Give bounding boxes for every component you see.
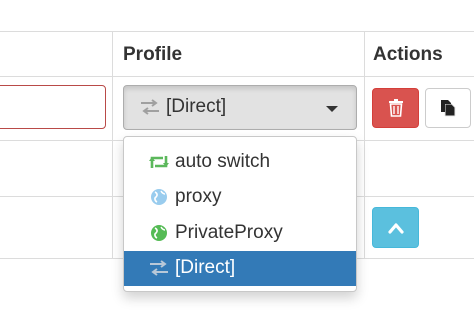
transfer-icon bbox=[148, 258, 170, 278]
profile-dropdown-menu: auto switch proxy PrivateProxy [Direct] bbox=[123, 136, 357, 292]
menu-item-privateproxy[interactable]: PrivateProxy bbox=[124, 215, 356, 251]
profile-column-header: Profile bbox=[123, 44, 183, 65]
menu-item-proxy[interactable]: proxy bbox=[124, 180, 356, 216]
copy-icon bbox=[441, 100, 456, 117]
menu-item-direct[interactable]: [Direct] bbox=[124, 250, 356, 286]
menu-item-label: [Direct] bbox=[175, 257, 236, 279]
column-divider bbox=[364, 31, 365, 259]
trash-icon bbox=[388, 99, 403, 117]
transfer-icon bbox=[140, 99, 160, 120]
delete-button[interactable] bbox=[372, 88, 419, 128]
column-divider bbox=[112, 31, 113, 259]
menu-item-label: proxy bbox=[175, 186, 222, 208]
menu-item-auto-switch[interactable]: auto switch bbox=[124, 144, 356, 180]
profile-select[interactable]: [Direct] bbox=[123, 85, 357, 130]
header-divider bbox=[0, 76, 474, 77]
actions-column-header: Actions bbox=[373, 44, 443, 65]
table-border-top bbox=[0, 31, 474, 32]
menu-item-label: PrivateProxy bbox=[175, 221, 283, 243]
condition-input[interactable] bbox=[0, 85, 106, 129]
globe-icon bbox=[148, 187, 170, 207]
menu-item-label: auto switch bbox=[175, 150, 271, 172]
retweet-icon bbox=[148, 152, 170, 172]
chevron-up-icon bbox=[387, 222, 404, 234]
move-up-button[interactable] bbox=[372, 207, 419, 248]
duplicate-button[interactable] bbox=[425, 88, 471, 128]
profile-select-value: [Direct] bbox=[166, 96, 227, 117]
globe-icon bbox=[148, 223, 170, 243]
caret-down-icon bbox=[326, 106, 338, 112]
